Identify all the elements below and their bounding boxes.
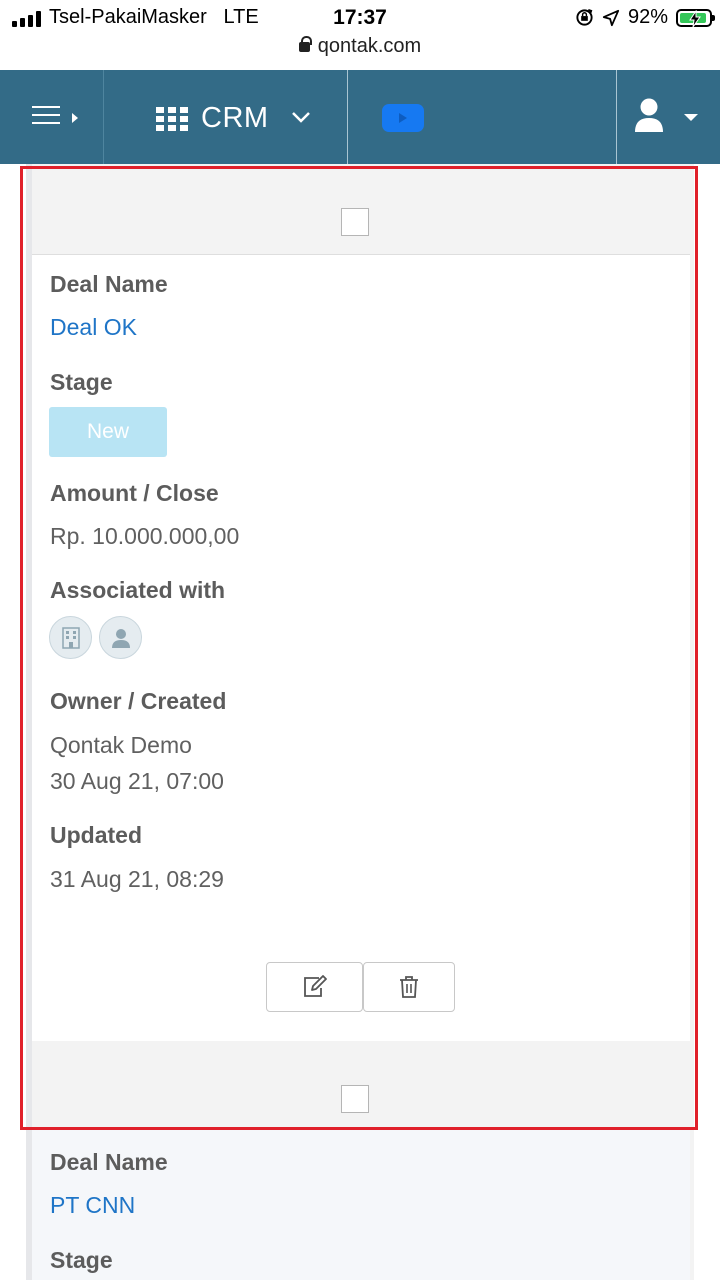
updated-label: Updated — [50, 822, 142, 848]
stage-badge: New — [49, 407, 167, 457]
nav-divider — [103, 70, 104, 164]
associated-label: Associated with — [50, 577, 226, 603]
user-menu-caret-icon[interactable] — [684, 114, 698, 121]
deal-name-link[interactable]: PT CNN — [50, 1192, 135, 1219]
owner-value: Qontak Demo — [50, 732, 192, 758]
edit-deal-button[interactable] — [266, 962, 363, 1012]
nav-divider — [347, 70, 348, 164]
menu-arrow-icon — [72, 113, 78, 123]
deal-card-header — [32, 1041, 690, 1131]
delete-deal-button[interactable] — [363, 962, 455, 1012]
menu-bar — [32, 106, 60, 108]
owner-created-label: Owner / Created — [50, 688, 227, 714]
location-icon — [602, 9, 620, 26]
deal-name-label: Deal Name — [50, 271, 168, 297]
amount-label: Amount / Close — [50, 480, 219, 506]
url-bar[interactable]: qontak.com — [0, 35, 720, 58]
lock-icon — [298, 36, 312, 52]
deal-name-link[interactable]: Deal OK — [50, 314, 137, 341]
top-navbar: CRM — [0, 70, 720, 164]
deal-select-checkbox[interactable] — [341, 1085, 369, 1113]
deal-name-label: Deal Name — [50, 1149, 168, 1175]
associated-company-button[interactable] — [49, 616, 92, 659]
updated-value: 31 Aug 21, 08:29 — [50, 866, 224, 892]
edit-icon — [303, 975, 327, 997]
trash-icon — [400, 976, 418, 998]
rotation-lock-icon — [576, 8, 593, 26]
apps-grid-icon[interactable] — [156, 107, 188, 131]
deal-select-checkbox[interactable] — [341, 208, 369, 236]
person-icon — [112, 629, 130, 648]
status-icons: 92% — [575, 6, 715, 29]
battery-icon — [676, 8, 715, 27]
menu-bar — [32, 114, 60, 116]
chevron-down-icon[interactable] — [290, 110, 312, 124]
deal-card-header — [32, 164, 690, 254]
stage-label: Stage — [50, 369, 113, 395]
battery-fill — [680, 9, 706, 27]
user-avatar-icon[interactable] — [634, 98, 664, 134]
url-text: qontak.com — [317, 35, 422, 57]
created-value: 30 Aug 21, 07:00 — [50, 768, 224, 794]
app-switcher-label[interactable]: CRM — [201, 102, 269, 135]
nav-divider — [616, 70, 617, 164]
video-button[interactable] — [382, 104, 424, 132]
associated-contact-button[interactable] — [99, 616, 142, 659]
stage-label: Stage — [50, 1247, 113, 1273]
building-icon — [62, 627, 80, 649]
status-bar: Tsel-PakaiMasker LTE 17:37 qontak.com 92… — [0, 0, 720, 70]
charging-bolt-icon — [689, 9, 701, 27]
menu-toggle-button[interactable] — [32, 106, 80, 128]
amount-value: Rp. 10.000.000,00 — [50, 523, 240, 549]
battery-percent: 92% — [627, 6, 668, 28]
menu-bar — [32, 122, 60, 124]
